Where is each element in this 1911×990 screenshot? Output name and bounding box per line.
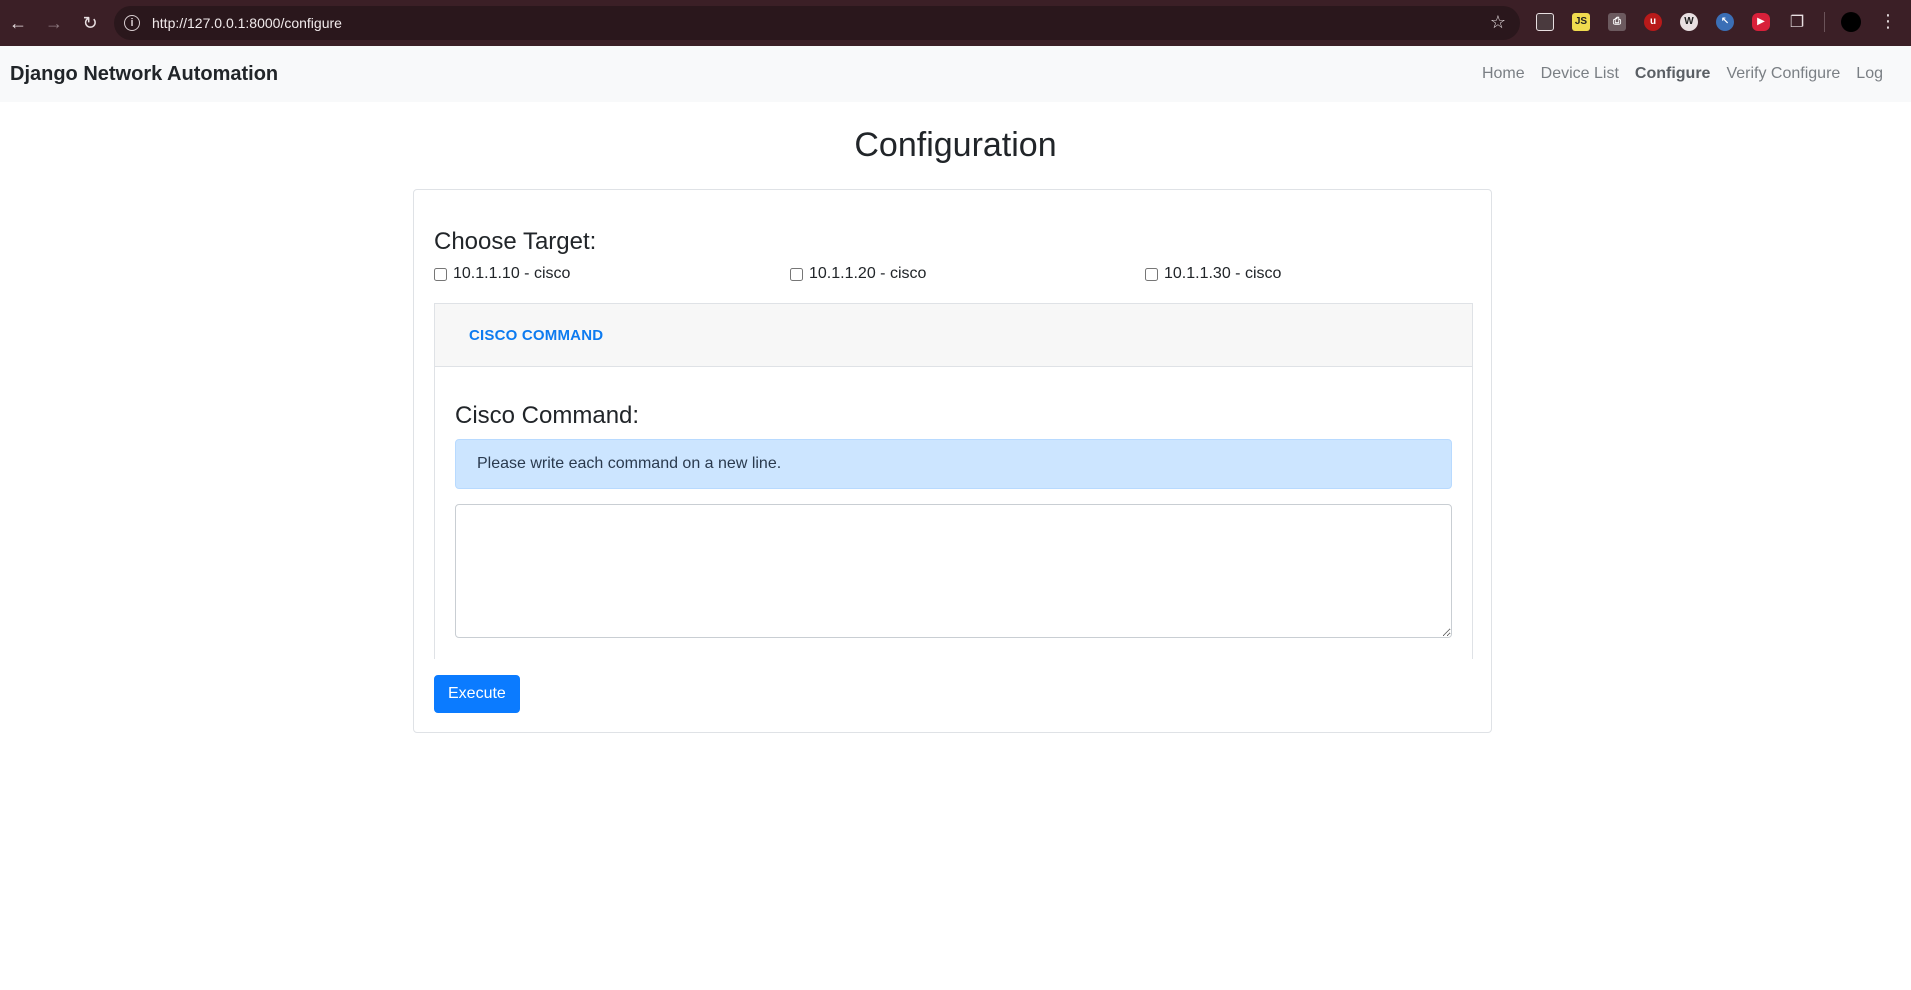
nav-home[interactable]: Home [1474,65,1533,83]
command-textarea[interactable] [455,504,1452,638]
target-checkbox-3[interactable] [1145,267,1158,281]
target-option-2[interactable]: 10.1.1.20 - cisco [790,265,926,283]
tab-header: CISCO COMMAND [435,304,1472,367]
execute-button[interactable]: Execute [434,675,520,713]
target-label-3: 10.1.1.30 - cisco [1164,265,1282,282]
app-navbar: Django Network Automation Home Device Li… [0,46,1911,102]
forward-arrow-icon[interactable]: → [36,5,72,41]
toolbar-divider [1824,11,1825,32]
info-icon[interactable]: i [124,15,140,31]
wappalyzer-icon[interactable]: W [1680,12,1698,31]
nav-links: Home Device List Configure Verify Config… [1474,65,1891,83]
address-bar[interactable]: i http://127.0.0.1:8000/configure ☆ [114,6,1520,40]
nav-configure[interactable]: Configure [1627,65,1719,83]
cursor-extension-icon[interactable]: ↖ [1716,12,1734,31]
video-speed-icon[interactable]: ▶ [1752,12,1770,31]
target-option-1[interactable]: 10.1.1.10 - cisco [434,265,570,283]
url-text[interactable]: http://127.0.0.1:8000/configure [152,15,342,31]
configuration-card: Choose Target: 10.1.1.10 - cisco 10.1.1.… [413,189,1492,733]
nav-log[interactable]: Log [1848,65,1891,83]
nav-device-list[interactable]: Device List [1533,65,1627,83]
js-extension-icon[interactable]: JS [1572,12,1590,31]
command-tab-panel: CISCO COMMAND Cisco Command: Please writ… [434,303,1473,659]
ublock-icon[interactable]: u [1644,12,1662,31]
cisco-command-heading: Cisco Command: [455,402,640,429]
printer-icon[interactable]: ⎙ [1608,12,1626,31]
extensions-bar: JS ⎙ u W ↖ ▶ ❐ ⋮ [1536,11,1897,32]
target-checkbox-1[interactable] [434,267,447,281]
back-arrow-icon[interactable]: ← [0,5,36,41]
info-alert: Please write each command on a new line. [455,439,1452,489]
reload-icon[interactable]: ↻ [72,5,108,41]
extensions-puzzle-icon[interactable]: ❐ [1788,13,1806,31]
tab-cisco-command[interactable]: CISCO COMMAND [469,327,603,344]
browser-toolbar: ← → ↻ i http://127.0.0.1:8000/configure … [0,0,1911,46]
profile-avatar[interactable] [1841,11,1861,32]
brand-link[interactable]: Django Network Automation [10,63,278,86]
info-alert-text: Please write each command on a new line. [477,455,782,472]
browser-menu-icon[interactable]: ⋮ [1879,11,1897,32]
nav-verify-configure[interactable]: Verify Configure [1718,65,1848,83]
choose-target-heading: Choose Target: [434,228,597,255]
target-checkbox-2[interactable] [790,267,803,281]
target-label-2: 10.1.1.20 - cisco [809,265,927,282]
bookmark-star-icon[interactable]: ☆ [1490,12,1506,33]
page-title: Configuration [854,126,1057,164]
target-label-1: 10.1.1.10 - cisco [453,265,571,282]
tab-icon[interactable] [1536,12,1554,31]
target-option-3[interactable]: 10.1.1.30 - cisco [1145,265,1281,283]
